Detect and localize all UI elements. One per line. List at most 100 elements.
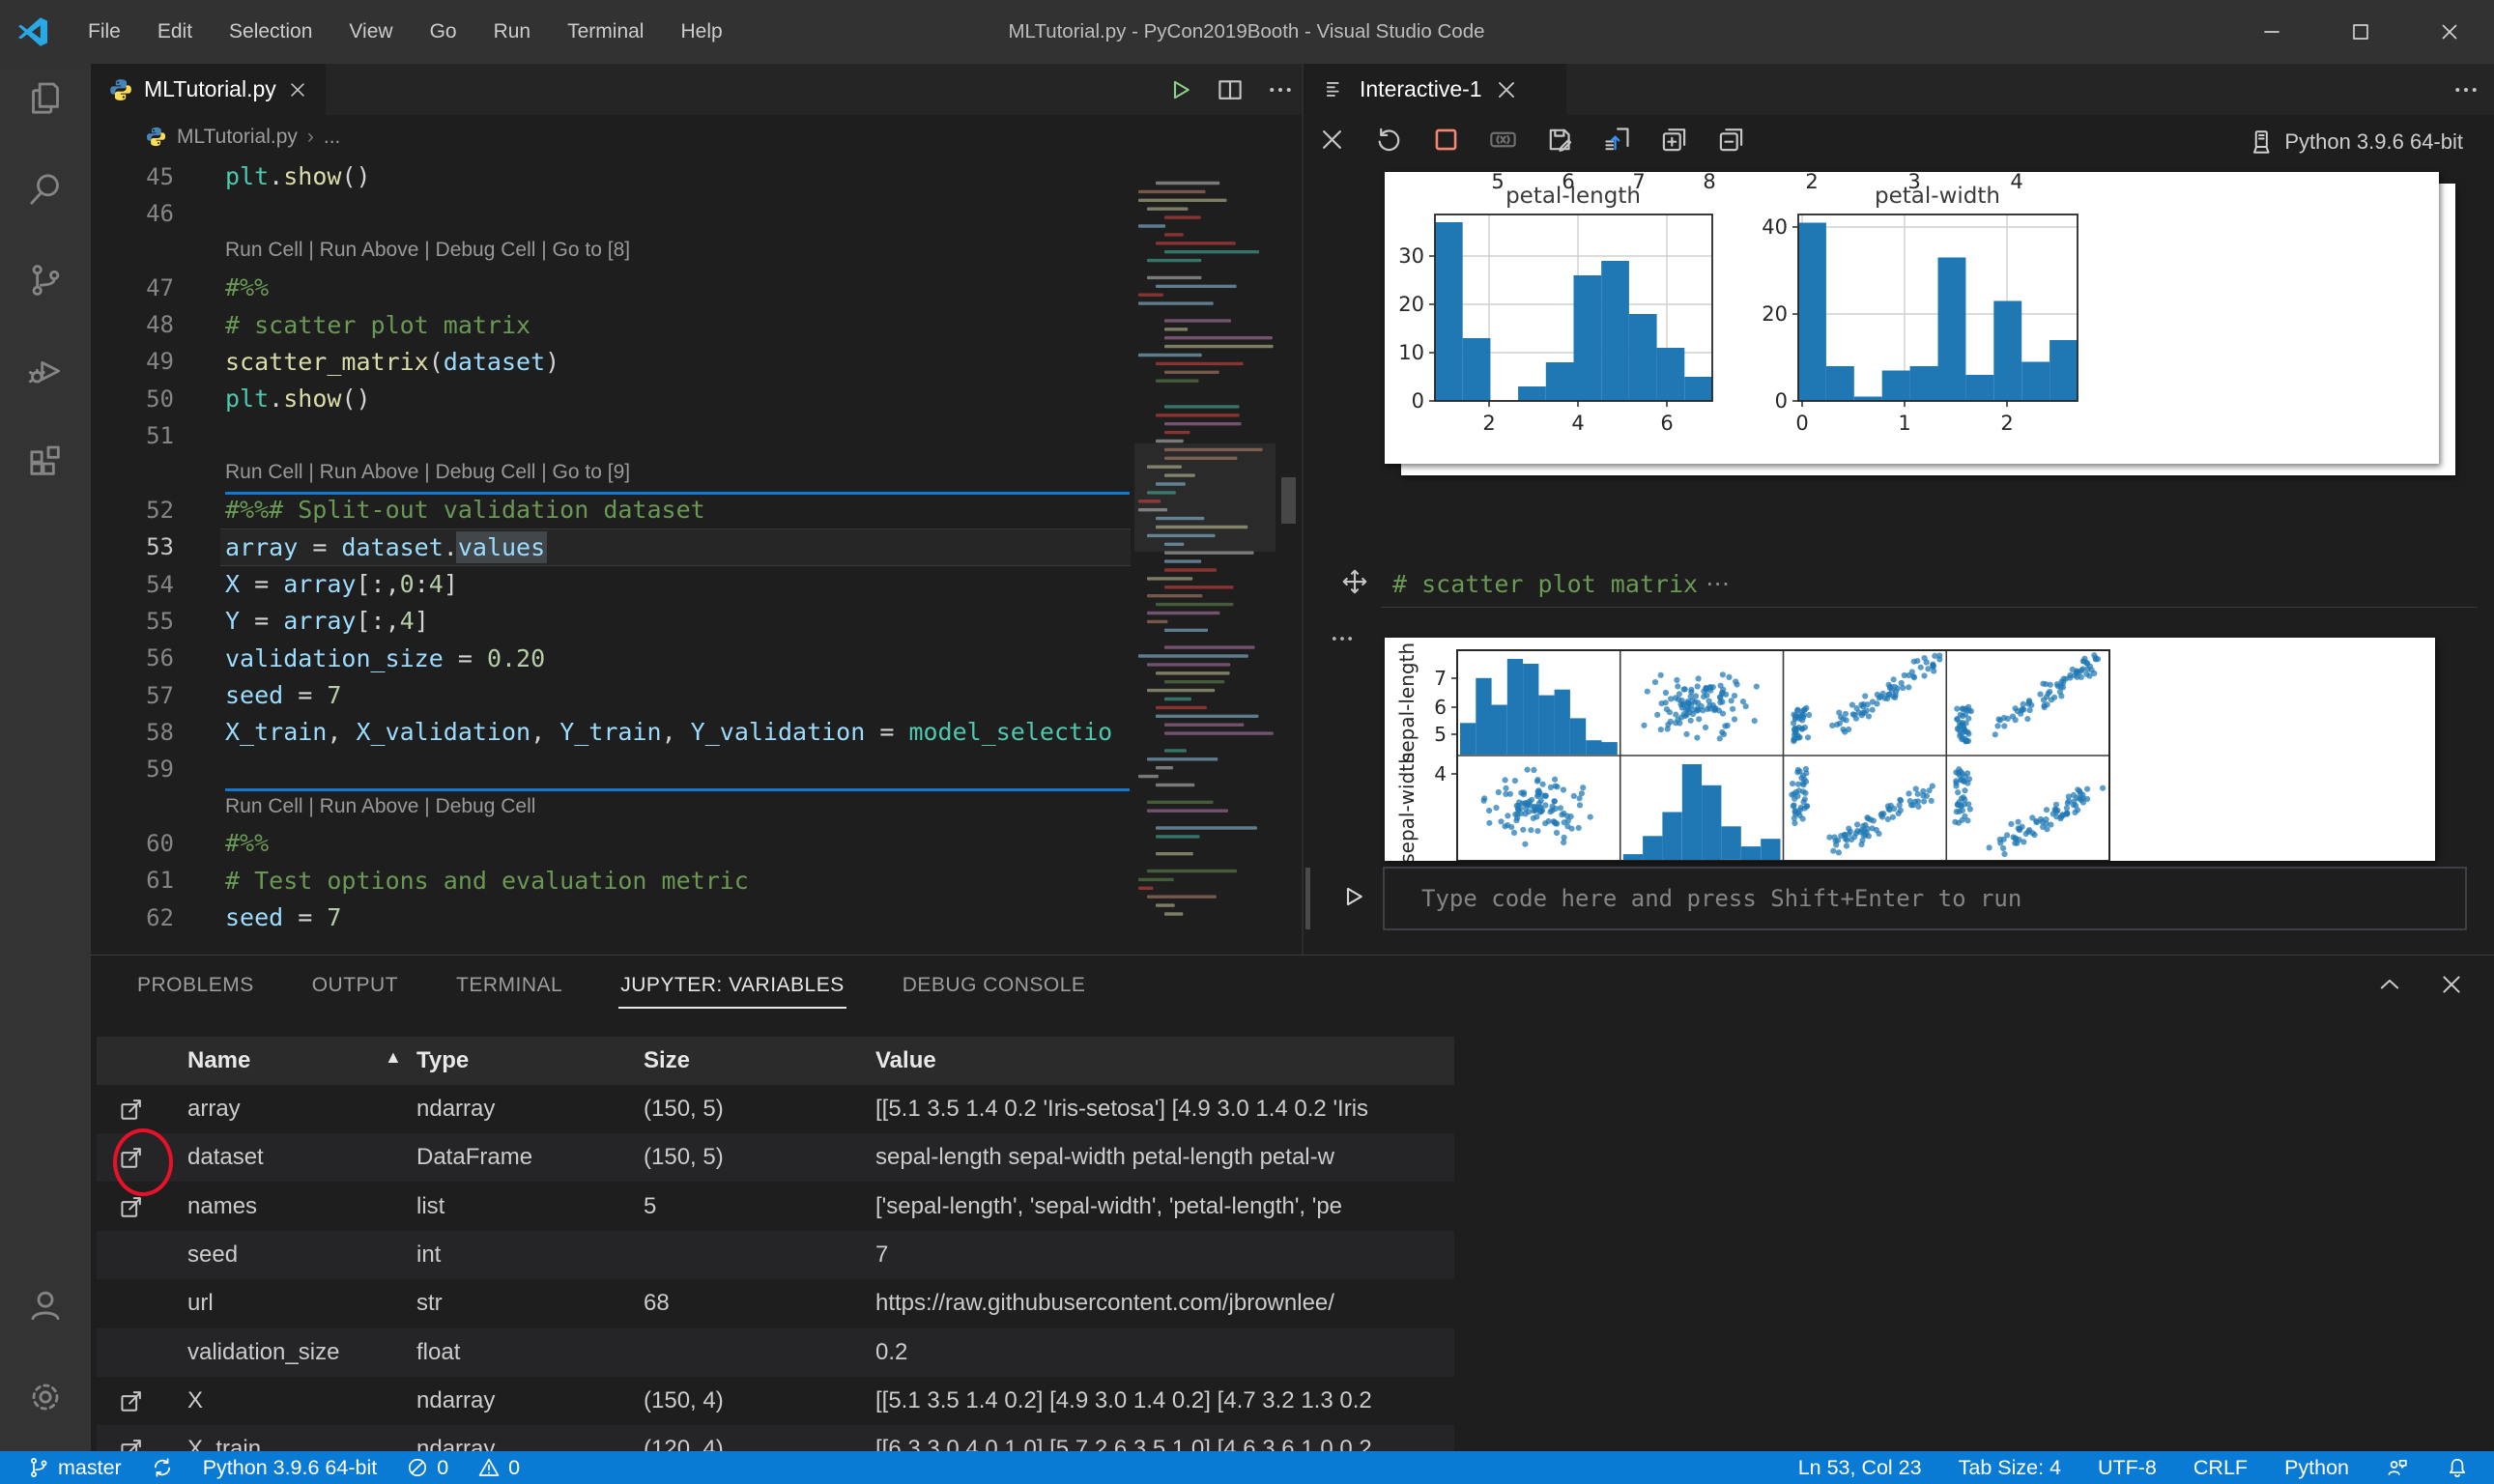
status-python[interactable]: Python: [2284, 1456, 2349, 1480]
menu-run[interactable]: Run: [475, 20, 550, 43]
codelens-row[interactable]: Run Cell | Run Above | Debug Cell: [91, 787, 1303, 825]
col-name[interactable]: Name: [187, 1047, 250, 1074]
code-line-54[interactable]: 54X = array[:,0:4]: [91, 565, 1303, 603]
variables-icon[interactable]: [1488, 125, 1518, 155]
interrupt-icon[interactable]: [1431, 125, 1461, 155]
breadcrumb-more[interactable]: ...: [324, 126, 341, 149]
panel-tab-output[interactable]: OUTPUT: [310, 960, 400, 1011]
codelens-row[interactable]: Run Cell | Run Above | Debug Cell | Go t…: [91, 232, 1303, 270]
status-master[interactable]: master: [27, 1456, 122, 1480]
panel-tab-terminal[interactable]: TERMINAL: [454, 960, 564, 1011]
panel-tab-debug-console[interactable]: DEBUG CONSOLE: [901, 960, 1088, 1011]
code-line-48[interactable]: 48# scatter plot matrix: [91, 306, 1303, 344]
variables-header[interactable]: Name ▲ Type Size Value: [97, 1037, 1454, 1085]
tab-interactive-1[interactable]: Interactive-1: [1304, 64, 1566, 115]
run-icon[interactable]: [1165, 75, 1194, 104]
status-python-3-9-6-64-bit[interactable]: Python 3.9.6 64-bit: [203, 1456, 377, 1480]
maximize-button[interactable]: [2316, 0, 2405, 64]
status-ln-53-col-23[interactable]: Ln 53, Col 23: [1798, 1456, 1922, 1480]
open-viewer-icon[interactable]: [118, 1193, 145, 1220]
panel-tab-jupyter-variables[interactable]: JUPYTER: VARIABLES: [618, 960, 846, 1011]
activity-extensions-icon[interactable]: [26, 442, 65, 481]
variable-row-seed[interactable]: seedint7: [97, 1231, 1454, 1279]
code-line-57[interactable]: 57seed = 7: [91, 676, 1303, 714]
col-type[interactable]: Type: [416, 1047, 469, 1074]
more-icon[interactable]: [1266, 75, 1295, 104]
activity-account-icon[interactable]: [26, 1286, 65, 1325]
breadcrumb-file[interactable]: MLTutorial.py: [177, 126, 298, 149]
export-script-icon[interactable]: [1602, 125, 1632, 155]
close-icon[interactable]: [1494, 77, 1519, 102]
run-prompt-icon[interactable]: [1338, 882, 1367, 911]
close-icon[interactable]: [2438, 971, 2465, 998]
expand-all-icon[interactable]: [1659, 125, 1689, 155]
code-line-46[interactable]: 46: [91, 195, 1303, 233]
save-icon[interactable]: [1545, 125, 1575, 155]
status-crlf[interactable]: CRLF: [2193, 1456, 2248, 1480]
code-line-58[interactable]: 58X_train, X_validation, Y_train, Y_vali…: [91, 713, 1303, 751]
status-utf-8[interactable]: UTF-8: [2098, 1456, 2157, 1480]
more-actions-icon[interactable]: [2451, 75, 2480, 104]
open-viewer-icon[interactable]: [118, 1436, 145, 1451]
code-line-47[interactable]: 47#%%: [91, 269, 1303, 306]
variable-row-url[interactable]: urlstr68https://raw.githubusercontent.co…: [97, 1279, 1454, 1327]
code-line-52[interactable]: 52#%%# Split-out validation dataset: [91, 491, 1303, 528]
variable-row-names[interactable]: nameslist5['sepal-length', 'sepal-width'…: [97, 1183, 1454, 1231]
code-line-55[interactable]: 55Y = array[:,4]: [91, 602, 1303, 640]
code-line-51[interactable]: 51: [91, 417, 1303, 455]
minimap[interactable]: [1134, 158, 1276, 931]
menu-view[interactable]: View: [330, 20, 411, 43]
interactive-scrollbar[interactable]: [1305, 868, 1310, 929]
collapsed-ellipsis[interactable]: ⋯: [1706, 569, 1732, 598]
code-editor[interactable]: 44plt.show()45plt.show()46Run Cell | Run…: [91, 158, 1303, 955]
clear-icon[interactable]: [1317, 125, 1347, 155]
status-bell[interactable]: [2446, 1456, 2469, 1479]
variable-row-X_train[interactable]: X_trainndarray(120, 4)[[6.3 3.0 4.0 1.0]…: [97, 1425, 1454, 1451]
split-editor-icon[interactable]: [1216, 75, 1245, 104]
variable-row-dataset[interactable]: datasetDataFrame(150, 5)sepal-length sep…: [97, 1133, 1454, 1182]
codelens-row[interactable]: Run Cell | Run Above | Debug Cell | Go t…: [91, 454, 1303, 492]
collapse-all-icon[interactable]: [1716, 125, 1746, 155]
code-line-53[interactable]: 53array = dataset.values: [91, 528, 1303, 566]
code-line-62[interactable]: 62seed = 7: [91, 899, 1303, 936]
close-button[interactable]: [2405, 0, 2494, 64]
activity-explorer-icon[interactable]: [26, 79, 65, 118]
kernel-status[interactable]: Python 3.9.6 64-bit: [2248, 128, 2463, 156]
code-line-61[interactable]: 61# Test options and evaluation metric: [91, 862, 1303, 899]
code-input[interactable]: Type code here and press Shift+Enter to …: [1383, 867, 2467, 930]
menu-go[interactable]: Go: [412, 20, 475, 43]
menu-edit[interactable]: Edit: [139, 20, 211, 43]
code-line-56[interactable]: 56validation_size = 0.20: [91, 640, 1303, 677]
col-value[interactable]: Value: [875, 1047, 1448, 1074]
menu-file[interactable]: File: [70, 20, 139, 43]
col-size[interactable]: Size: [644, 1047, 690, 1074]
panel-tab-problems[interactable]: PROBLEMS: [135, 960, 256, 1011]
variable-row-X[interactable]: Xndarray(150, 4)[[5.1 3.5 1.4 0.2] [4.9 …: [97, 1377, 1454, 1425]
code-line-50[interactable]: 50plt.show(): [91, 380, 1303, 417]
status-tab-size-4[interactable]: Tab Size: 4: [1959, 1456, 2061, 1480]
activity-run-debug-icon[interactable]: [26, 352, 65, 390]
editor-scrollbar[interactable]: [1281, 477, 1296, 524]
tab-mltutorial[interactable]: MLTutorial.py: [91, 64, 326, 115]
code-line-59[interactable]: 59: [91, 751, 1303, 788]
menu-terminal[interactable]: Terminal: [549, 20, 662, 43]
menu-selection[interactable]: Selection: [211, 20, 330, 43]
open-viewer-icon[interactable]: [118, 1387, 145, 1414]
activity-source-control-icon[interactable]: [26, 261, 65, 300]
status-feedback[interactable]: [2386, 1456, 2409, 1479]
code-line-49[interactable]: 49scatter_matrix(dataset): [91, 343, 1303, 381]
status-0[interactable]: 0: [477, 1456, 520, 1480]
interactive-cell-header[interactable]: # scatter plot matrix ⋯: [1392, 569, 1732, 598]
drag-cell-icon[interactable]: [1340, 567, 1369, 596]
restart-icon[interactable]: [1374, 125, 1404, 155]
code-line-45[interactable]: 45plt.show(): [91, 158, 1303, 195]
status-sync[interactable]: [151, 1456, 174, 1479]
variable-row-array[interactable]: arrayndarray(150, 5)[[5.1 3.5 1.4 0.2 'I…: [97, 1085, 1454, 1133]
code-line-60[interactable]: 60#%%: [91, 824, 1303, 862]
activity-search-icon[interactable]: [26, 170, 65, 209]
cell-more-icon[interactable]: [1329, 625, 1356, 652]
minimize-button[interactable]: [2227, 0, 2316, 64]
open-viewer-icon[interactable]: [118, 1096, 145, 1123]
chevron-up-icon[interactable]: [2376, 971, 2403, 998]
breadcrumb[interactable]: MLTutorial.py › ...: [91, 115, 1303, 158]
